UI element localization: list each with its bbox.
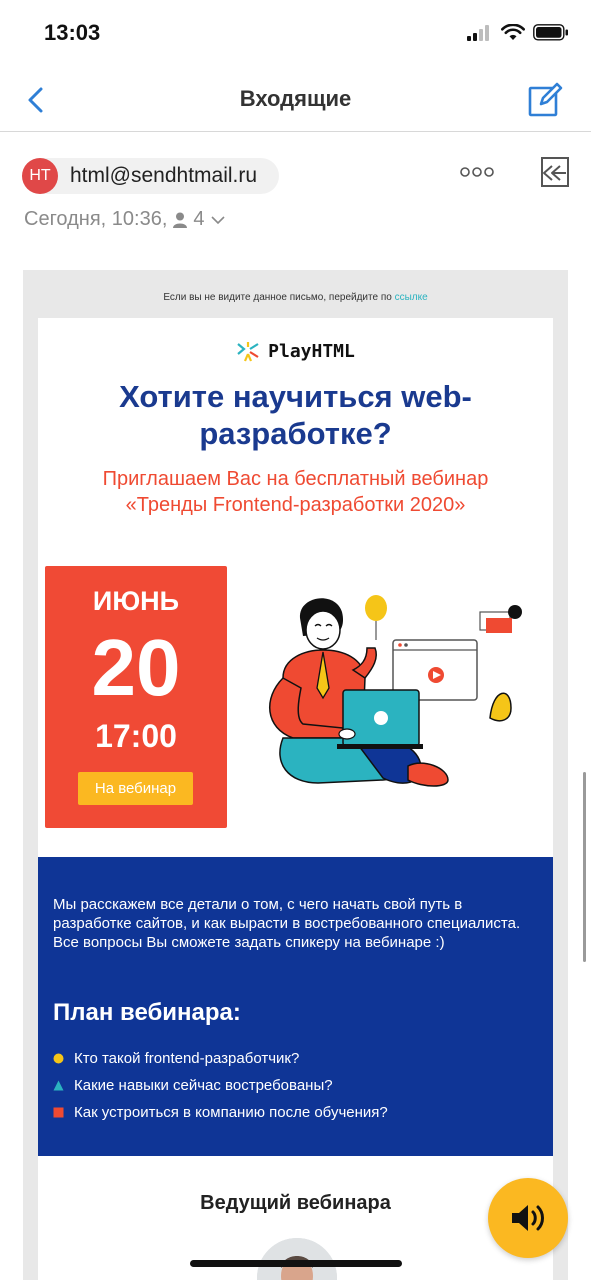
email-content: PlayHTML Хотите научиться web-разработке… [38, 318, 553, 1280]
compose-icon[interactable] [527, 82, 563, 118]
sender-chip[interactable]: HT html@sendhtmail.ru [22, 158, 280, 194]
plan-item: Как устроиться в компанию после обучения… [53, 1099, 533, 1126]
email-body: Если вы не видите данное письмо, перейди… [23, 270, 568, 1280]
date-time: 17:00 [95, 718, 177, 754]
preheader-link[interactable]: ссылке [395, 292, 428, 303]
more-options-icon[interactable] [460, 166, 494, 178]
chevron-down-icon[interactable] [210, 215, 225, 225]
host-title: Ведущий вебинара [200, 1192, 391, 1214]
message-date: Сегодня, 10:36, [24, 208, 168, 230]
reply-all-icon[interactable] [536, 154, 572, 190]
plan-item: Какие навыки сейчас востребованы? [53, 1072, 533, 1099]
scrollbar[interactable] [583, 772, 586, 962]
join-webinar-button[interactable]: На вебинар [78, 772, 193, 805]
plan-item-text: Кто такой frontend-разработчик? [74, 1050, 300, 1067]
brand-name: PlayHTML [268, 340, 355, 362]
battery-icon [533, 24, 568, 41]
signal-icon [467, 24, 489, 41]
preheader: Если вы не видите данное письмо, перейди… [23, 292, 568, 303]
plan-item-text: Какие навыки сейчас востребованы? [74, 1077, 333, 1094]
brand-logo: PlayHTML [38, 340, 553, 362]
preheader-text: Если вы не видите данное письмо, перейди… [163, 292, 395, 303]
plan-list: Кто такой frontend-разработчик? Какие на… [53, 1045, 533, 1126]
host-avatar [257, 1238, 337, 1280]
status-time: 13:03 [44, 20, 101, 45]
playhtml-logo-icon [237, 342, 259, 362]
webinar-date-card: ИЮНЬ 20 17:00 На вебинар [45, 566, 227, 828]
red-square-bullet-icon [53, 1107, 64, 1118]
email-subline: Приглашаем Вас на бесплатный вебинар «Тр… [102, 468, 489, 516]
developer-illustration [269, 595, 522, 787]
date-day: 20 [91, 623, 181, 712]
date-month: ИЮНЬ [92, 586, 180, 616]
email-headline: Хотите научиться web-разработке? [119, 379, 472, 451]
sender-email: html@sendhtmail.ru [70, 164, 258, 187]
host-photo [257, 1238, 337, 1280]
person-icon [173, 212, 188, 228]
message-meta: Сегодня, 10:36, 4 [24, 208, 225, 231]
yellow-circle-bullet-icon [53, 1053, 64, 1064]
speaker-icon [512, 1205, 544, 1231]
page-title: Входящие [239, 86, 352, 111]
status-icons [467, 24, 569, 41]
webinar-info-block: Мы расскажем все детали о том, с чего на… [38, 857, 553, 1156]
recipients-count[interactable]: 4 [193, 208, 204, 231]
intro-text: Мы расскажем все детали о том, с чего на… [53, 896, 521, 951]
plan-title: План вебинара: [53, 999, 241, 1026]
plan-item-text: Как устроиться в компанию после обучения… [74, 1104, 388, 1121]
read-aloud-button[interactable] [488, 1178, 568, 1258]
wifi-icon [501, 24, 525, 40]
home-indicator[interactable] [190, 1260, 402, 1267]
plan-item: Кто такой frontend-разработчик? [53, 1045, 533, 1072]
nav-divider [0, 131, 591, 132]
sender-avatar: HT [22, 158, 58, 194]
teal-triangle-bullet-icon [53, 1080, 64, 1091]
